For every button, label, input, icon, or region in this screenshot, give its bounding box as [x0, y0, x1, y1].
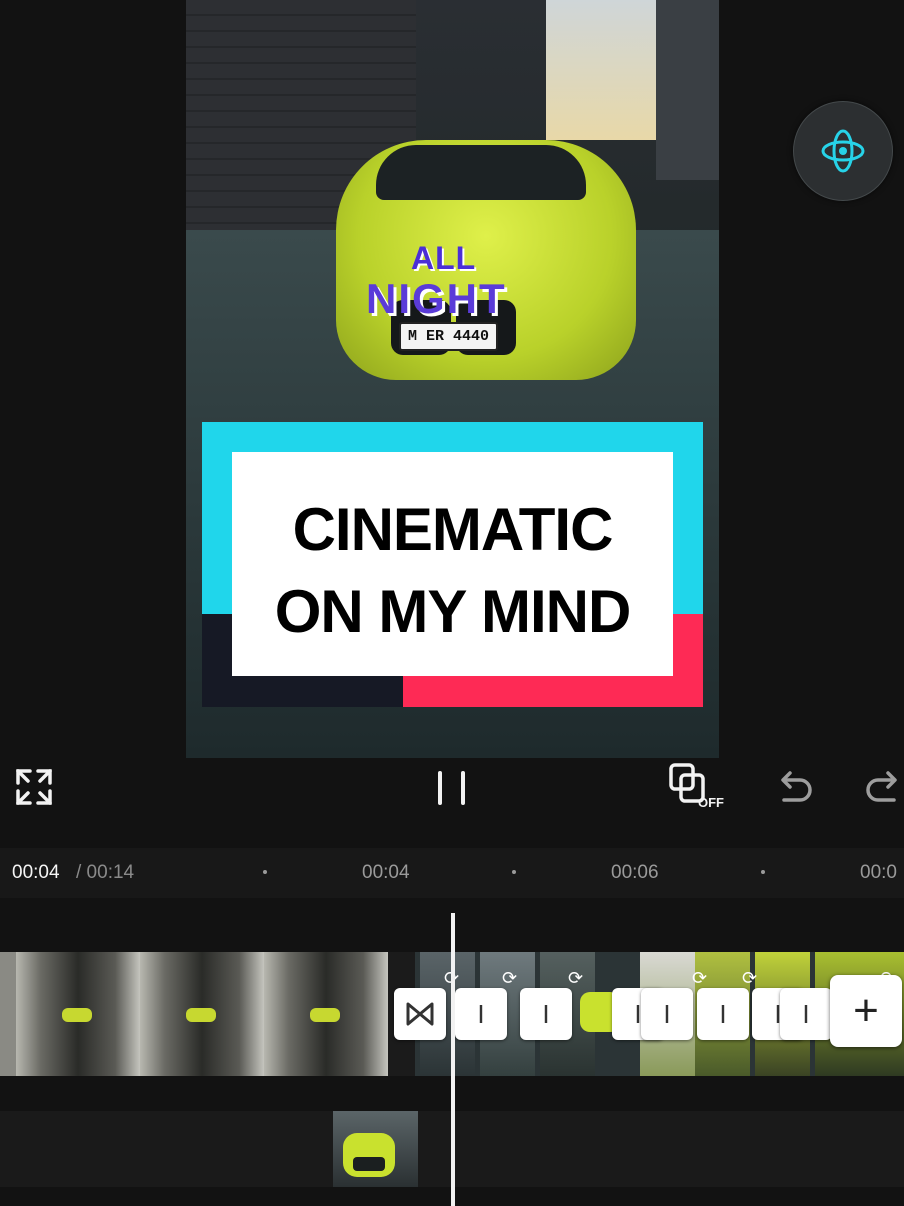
- ruler-dot: [512, 870, 516, 874]
- ruler-tick-label: 00:0: [860, 862, 897, 883]
- transition-marker[interactable]: I: [641, 988, 693, 1040]
- clip-frame: [264, 952, 388, 1076]
- speed-curve-icon: ⟳: [568, 968, 584, 988]
- motion-tracking-button[interactable]: [793, 101, 893, 201]
- overlay-clip[interactable]: [333, 1111, 418, 1187]
- ruler-tick-label: 00:04: [362, 862, 410, 883]
- video-clip-1[interactable]: [0, 952, 415, 1076]
- transition-button[interactable]: [394, 988, 446, 1040]
- building-right: [656, 0, 719, 180]
- transition-icon: [406, 1002, 434, 1026]
- divider-icon: I: [542, 999, 550, 1029]
- undo-icon[interactable]: [776, 768, 814, 806]
- overlay-car-grille: [353, 1157, 385, 1171]
- divider-icon: I: [477, 999, 485, 1029]
- current-time: 00:04: [12, 862, 60, 883]
- title-text-line1: CINEMATIC: [292, 496, 614, 563]
- redo-icon[interactable]: [864, 768, 902, 806]
- transition-marker[interactable]: I: [780, 988, 832, 1040]
- ruler-dot: [761, 870, 765, 874]
- transition-marker[interactable]: I: [697, 988, 749, 1040]
- keyframe-toggle-button[interactable]: OFF: [668, 762, 730, 812]
- tracking-icon: [821, 129, 865, 173]
- add-clip-button[interactable]: +: [830, 975, 902, 1047]
- clip-frame: [16, 952, 140, 1076]
- sticker-text-night: NIGHT: [366, 275, 507, 322]
- license-plate: M ER 4440: [399, 322, 498, 351]
- total-duration: / 00:14: [76, 862, 135, 883]
- car-windshield: [376, 145, 586, 200]
- divider-icon: I: [663, 999, 671, 1029]
- ruler-tick-label: 00:06: [611, 862, 659, 883]
- sticker-text-all: ALL: [411, 240, 477, 276]
- transition-marker[interactable]: I: [520, 988, 572, 1040]
- ruler-dot: [263, 870, 267, 874]
- fullscreen-icon[interactable]: [14, 767, 54, 807]
- speed-curve-icon: ⟳: [502, 968, 518, 988]
- playhead[interactable]: [451, 913, 455, 1206]
- speed-curve-icon: ⟳: [692, 968, 708, 988]
- clip-frame-edge: [0, 952, 16, 1076]
- transition-marker[interactable]: I: [455, 988, 507, 1040]
- keyframe-off-label: OFF: [698, 795, 724, 810]
- pause-icon[interactable]: [434, 769, 470, 807]
- title-text-line2: ON MY MIND: [274, 578, 632, 645]
- sky: [546, 0, 656, 140]
- clip-frame: [140, 952, 264, 1076]
- divider-icon: I: [802, 999, 810, 1029]
- timeline-ruler[interactable]: [0, 848, 904, 898]
- divider-icon: I: [719, 999, 727, 1029]
- speed-curve-icon: ⟳: [742, 968, 758, 988]
